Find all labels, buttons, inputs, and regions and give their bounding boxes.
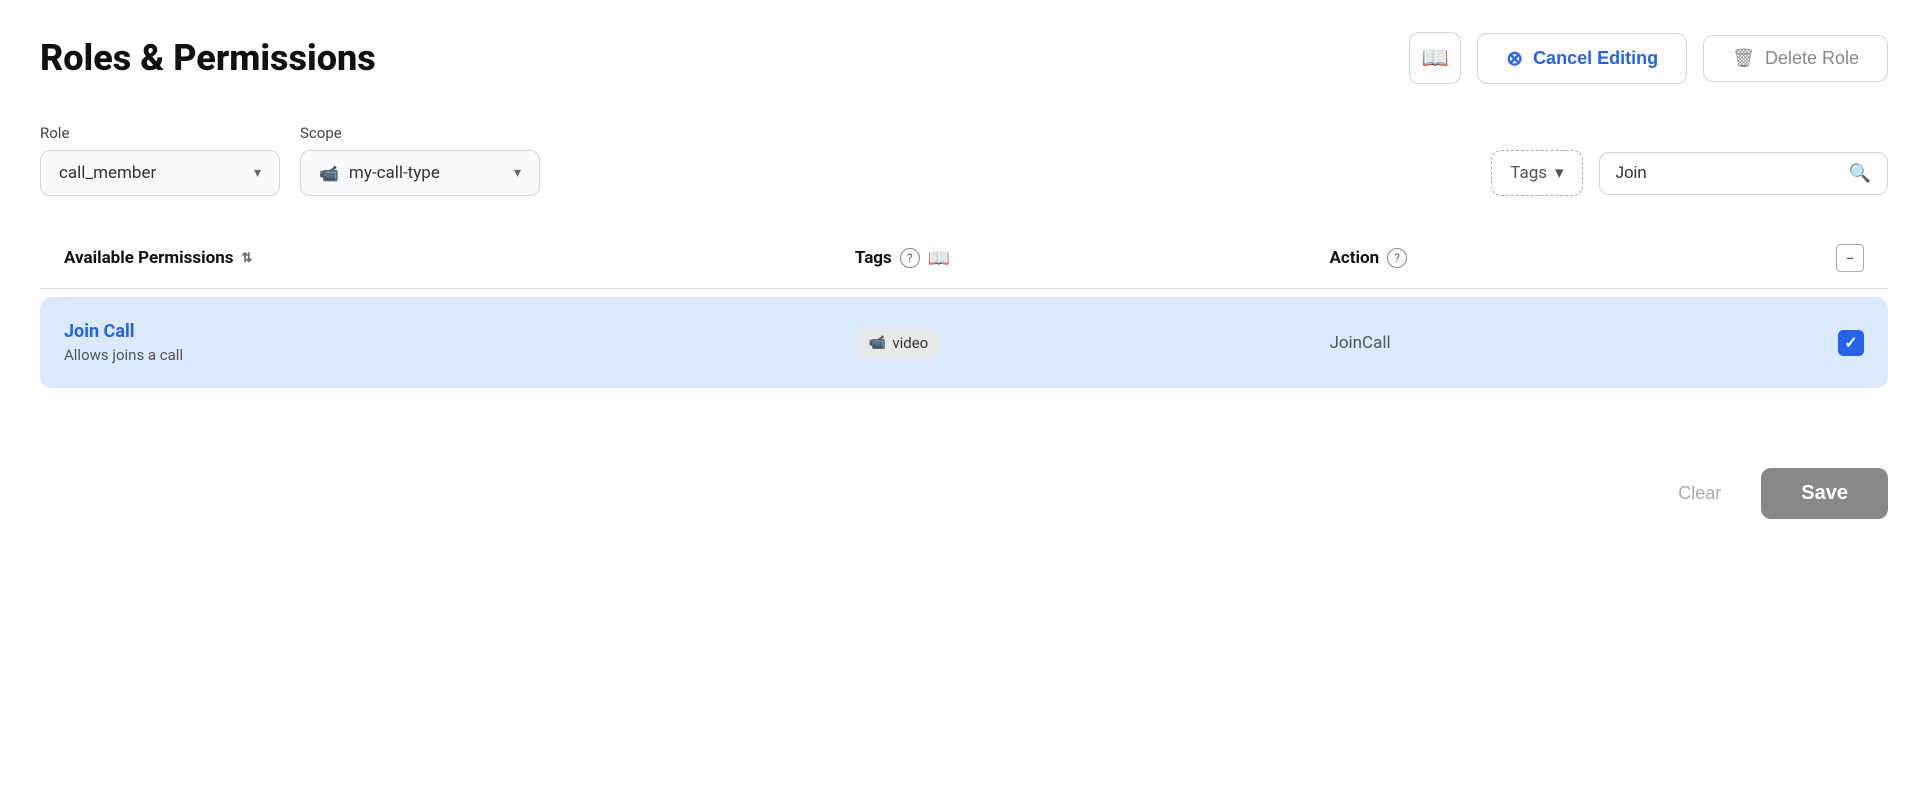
permission-name: Join Call <box>64 321 855 342</box>
page-header: Roles & Permissions 📖 ⊗ Cancel Editing 🗑… <box>40 32 1888 84</box>
clear-button[interactable]: Clear <box>1658 471 1741 516</box>
scope-chevron-icon: ▾ <box>514 165 521 181</box>
collapse-button[interactable]: − <box>1836 244 1864 272</box>
role-select[interactable]: call_member ▾ <box>40 150 280 196</box>
action-help-icon[interactable]: ? <box>1387 248 1407 268</box>
role-field-group: Role call_member ▾ <box>40 124 280 196</box>
book-icon: 📖 <box>1422 45 1449 71</box>
controls-row: Role call_member ▾ Scope 📹 my-call-type … <box>40 124 1888 196</box>
col-tags-header: Tags ? 📖 <box>855 248 1330 269</box>
col-action-label: Action <box>1329 248 1379 268</box>
role-label: Role <box>40 124 280 142</box>
tags-chevron-icon: ▾ <box>1555 163 1564 183</box>
tags-book-icon[interactable]: 📖 <box>928 248 950 269</box>
scope-select[interactable]: 📹 my-call-type ▾ <box>300 150 540 196</box>
permission-tags: 📹 video <box>855 328 1330 358</box>
book-icon-button[interactable]: 📖 <box>1409 32 1461 84</box>
action-value: JoinCall <box>1329 333 1390 353</box>
permission-action: JoinCall <box>1329 333 1804 353</box>
col-tags-label: Tags <box>855 248 892 268</box>
bottom-actions: Clear Save <box>40 468 1888 519</box>
cancel-circle-icon: ⊗ <box>1506 46 1523 71</box>
filter-row: Tags ▾ 🔍 <box>1491 150 1888 196</box>
scope-value: my-call-type <box>349 163 440 183</box>
delete-role-button[interactable]: 🗑 Delete Role <box>1703 35 1888 82</box>
tags-filter-dropdown[interactable]: Tags ▾ <box>1491 150 1582 196</box>
tags-help-icon[interactable]: ? <box>900 248 920 268</box>
page-title: Roles & Permissions <box>40 37 376 79</box>
search-box: 🔍 <box>1599 152 1888 195</box>
tag-badge: 📹 video <box>855 328 942 358</box>
search-icon: 🔍 <box>1849 163 1871 184</box>
search-input[interactable] <box>1616 163 1837 183</box>
scope-label: Scope <box>300 124 540 142</box>
scope-field-group: Scope 📹 my-call-type ▾ <box>300 124 540 196</box>
col-action-header: Action ? <box>1329 248 1804 268</box>
cancel-editing-button[interactable]: ⊗ Cancel Editing <box>1477 33 1687 84</box>
role-chevron-icon: ▾ <box>254 165 261 181</box>
col-permissions-header: Available Permissions ⇅ <box>64 248 855 268</box>
header-actions: 📖 ⊗ Cancel Editing 🗑 Delete Role <box>1409 32 1888 84</box>
permission-info: Join Call Allows joins a call <box>64 321 855 364</box>
sort-icon: ⇅ <box>241 251 252 266</box>
video-tag-icon: 📹 <box>869 335 886 351</box>
table-header: Available Permissions ⇅ Tags ? 📖 Action … <box>40 244 1888 289</box>
tags-filter-label: Tags <box>1510 163 1547 183</box>
role-value: call_member <box>59 163 156 183</box>
call-type-icon: 📹 <box>319 164 339 183</box>
save-button[interactable]: Save <box>1761 468 1888 519</box>
permission-row: Join Call Allows joins a call 📹 video Jo… <box>40 297 1888 388</box>
trash-icon: 🗑 <box>1732 48 1755 69</box>
col-permissions-label: Available Permissions <box>64 248 233 268</box>
permission-description: Allows joins a call <box>64 346 855 364</box>
tag-value: video <box>892 334 928 352</box>
permission-checkbox[interactable] <box>1838 330 1864 356</box>
